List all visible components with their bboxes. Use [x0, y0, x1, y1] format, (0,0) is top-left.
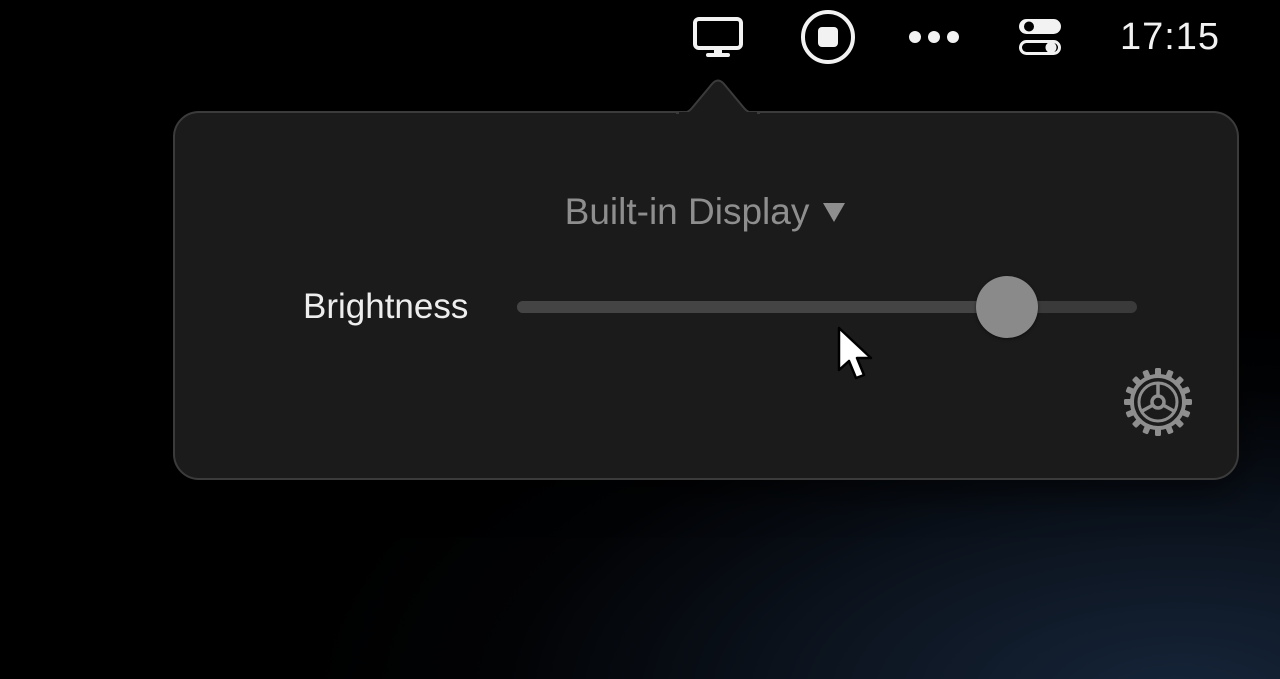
more-icon — [907, 29, 961, 45]
control-center-icon — [1017, 17, 1063, 57]
stop-record-icon — [799, 8, 857, 66]
slider-fill — [517, 301, 1007, 313]
menu-bar-clock[interactable]: 17:15 — [1108, 0, 1232, 74]
brightness-label: Brightness — [303, 287, 469, 326]
display-selector-label: Built-in Display — [564, 191, 810, 232]
control-center-button[interactable] — [1008, 0, 1072, 74]
popover-arrow — [676, 79, 760, 114]
display-icon — [692, 16, 744, 58]
triangle-down-icon — [821, 200, 847, 224]
gear-icon — [1123, 368, 1193, 441]
display-popover: Built-in Display Brightness — [173, 111, 1239, 480]
menu-bar: 17:15 — [0, 0, 1280, 74]
slider-thumb[interactable] — [975, 276, 1038, 338]
display-selector-dropdown[interactable]: Built-in Display — [175, 187, 1237, 237]
stop-recording-button[interactable] — [796, 0, 860, 74]
display-settings-button[interactable] — [1123, 367, 1193, 437]
display-menu-button[interactable] — [686, 0, 750, 74]
more-menu-button[interactable] — [902, 0, 966, 74]
brightness-slider[interactable] — [517, 276, 1137, 338]
